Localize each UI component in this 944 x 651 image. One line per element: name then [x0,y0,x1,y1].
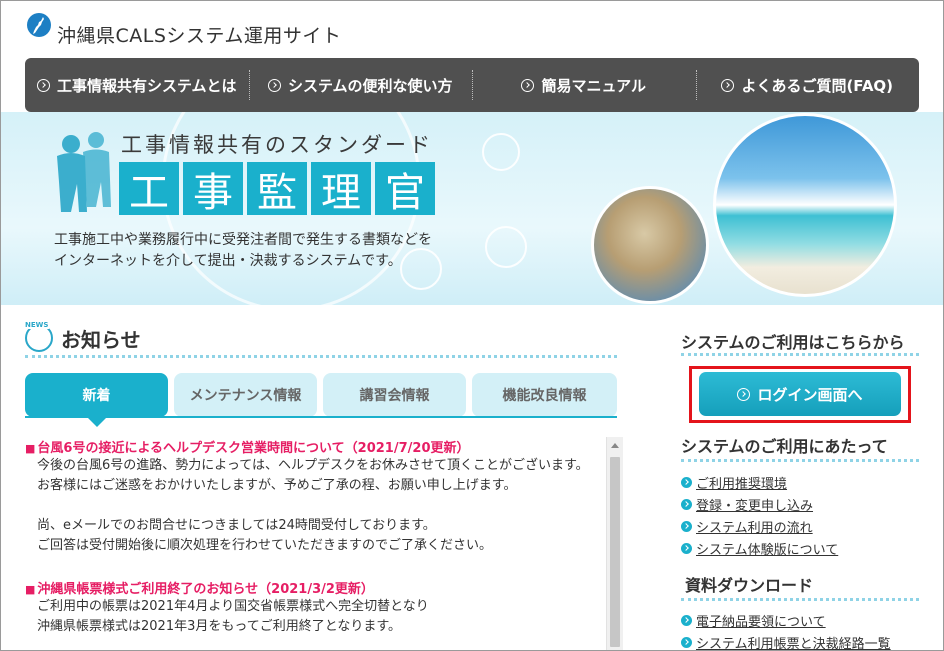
news-tabs: 新着 メンテナンス情報 講習会情報 機能改良情報 [25,373,617,427]
download-heading: 資料ダウンロード [685,576,814,595]
news-entry-line [25,496,607,516]
nav-item-manual[interactable]: 簡易マニュアル [472,58,696,112]
news-entry-line: 今後の台風6号の進路、勢力によっては、ヘルプデスクをお休みさせて頂くことがござい… [37,458,589,473]
shisa-photo [591,186,709,304]
hero-title-char: 官 [375,162,435,216]
news-entry-title: 沖縄県帳票様式ご利用終了のお知らせ（2021/3/2更新） [25,578,607,597]
news-entry-line: 沖縄県帳票様式は2021年3月をもってご利用終了となります。 [37,619,402,634]
nav-item-label: システムの便利な使い方 [287,76,453,95]
news-entry-line: お客様にはご迷惑をおかけいたしますが、予めご了承の程、お願い申し上げます。 [37,478,517,493]
link-electronic-delivery[interactable]: 電子納品要領について [681,611,826,630]
circle-arrow-icon [267,78,281,92]
divider [681,459,919,462]
scroll-up-arrow-icon[interactable] [611,443,619,448]
news-header: NEWS お知らせ [24,321,141,353]
highlight-box [689,366,911,423]
news-icon: NEWS [24,321,53,352]
nav-item-tips[interactable]: システムの便利な使い方 [248,58,473,112]
beach-photo [713,113,897,297]
site-title[interactable]: 沖縄県CALSシステム運用サイト [57,21,341,48]
hero-description-line: 工事施工中や業務履行中に受発注者間で発生する書類などを [54,232,432,248]
news-entry: 沖縄県帳票様式ご利用終了のお知らせ（2021/3/2更新） ご利用中の帳票は20… [25,578,607,637]
tab-seminar[interactable]: 講習会情報 [323,373,466,417]
link-usage-flow[interactable]: システム利用の流れ [681,517,813,536]
site-header: 沖縄県CALSシステム運用サイト [1,1,943,57]
hero-title-char: 工 [119,162,179,216]
nav-item-faq[interactable]: よくあるご質問(FAQ) [695,58,920,112]
news-scrollbar[interactable] [606,437,623,650]
hero-title-char: 監 [247,162,307,216]
link-trial-version[interactable]: システム体験版について [681,539,838,558]
link-forms-approval-list[interactable]: システム利用帳票と決裁経路一覧 [681,633,891,650]
hero-subtitle: 工事情報共有のスタンダード [121,133,433,157]
circle-arrow-icon [521,78,535,92]
circle-arrow-icon [681,637,692,648]
nav-item-label: 簡易マニュアル [541,76,647,95]
browser-frame: 沖縄県CALSシステム運用サイト 工事情報共有システムとは システムの便利な使い… [0,0,944,651]
divider [681,598,919,601]
circle-arrow-icon [681,543,692,554]
login-heading: システムのご利用はこちらから [681,333,905,352]
link-recommended-environment[interactable]: ご利用推奨環境 [681,473,787,492]
news-list: 台風6号の接近によるヘルプデスク営業時間について（2021/7/20更新） 今後… [25,437,607,650]
global-nav: 工事情報共有システムとは システムの便利な使い方 簡易マニュアル よくあるご質問… [25,58,919,112]
circle-arrow-icon [721,78,735,92]
divider [25,355,617,358]
circle-arrow-icon [681,499,692,510]
hero-banner: 工事情報共有のスタンダード 工 事 監 理 官 工事施工中や業務履行中に受発注者… [1,112,943,305]
news-entry-line: ご回答は受付開始後に順次処理を行わせていただきますのでご了承ください。 [37,538,493,553]
news-entry-title: 台風6号の接近によるヘルプデスク営業時間について（2021/7/20更新） [25,437,607,456]
nav-item-label: 工事情報共有システムとは [56,76,237,95]
scroll-thumb[interactable] [610,457,620,647]
usage-heading: システムのご利用にあたって [681,437,888,456]
okinawa-logo-icon[interactable] [27,13,51,37]
news-heading: お知らせ [61,327,141,352]
circle-arrow-icon [681,615,692,626]
circle-arrow-icon [36,78,50,92]
news-entry: 台風6号の接近によるヘルプデスク営業時間について（2021/7/20更新） 今後… [25,437,607,556]
hero-title-char: 理 [311,162,371,216]
hero-title: 工 事 監 理 官 [119,162,435,216]
divider [681,353,919,356]
hero-title-char: 事 [183,162,243,216]
nav-item-label: よくあるご質問(FAQ) [741,76,894,95]
circle-arrow-icon [681,521,692,532]
hero-description: 工事施工中や業務履行中に受発注者間で発生する書類などを インターネットを介して提… [54,230,432,272]
tab-improvement[interactable]: 機能改良情報 [472,373,617,417]
hero-description-line: インターネットを介して提出・決裁するシステムです。 [54,253,402,269]
tabs-underline [25,416,617,418]
link-registration[interactable]: 登録・変更申し込み [681,495,813,514]
circle-arrow-icon [681,477,692,488]
news-entry-line: 尚、eメールでのお問合せにつきましては24時間受付しております。 [37,518,436,533]
news-entry-line: ご利用中の帳票は2021年4月より国交省帳票様式へ完全切替となり [37,599,429,614]
tab-maintenance[interactable]: メンテナンス情報 [174,373,317,417]
nav-item-about[interactable]: 工事情報共有システムとは [25,58,249,112]
tab-new[interactable]: 新着 [25,373,168,427]
